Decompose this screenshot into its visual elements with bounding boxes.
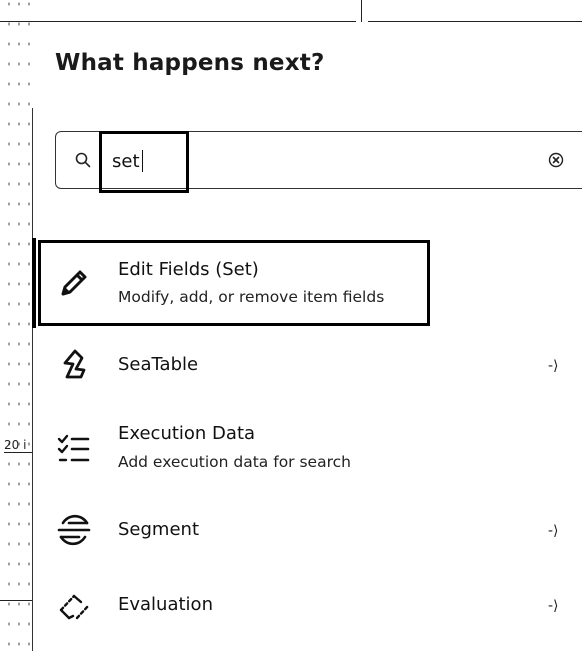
result-item-title: Execution Data bbox=[118, 423, 256, 444]
canvas-dot-grid bbox=[0, 0, 34, 651]
result-item-description: Add execution data for search bbox=[118, 453, 351, 471]
selected-item-highlight bbox=[38, 240, 430, 326]
evaluation-icon bbox=[59, 594, 91, 620]
search-focus-highlight bbox=[99, 131, 189, 193]
segment-icon bbox=[57, 514, 91, 546]
clear-icon[interactable] bbox=[548, 152, 564, 168]
canvas-connection-tick bbox=[361, 0, 362, 22]
checklist-icon bbox=[57, 434, 90, 462]
item-arrow-icon: -⟩ bbox=[548, 358, 559, 374]
item-arrow-icon: -⟩ bbox=[548, 598, 559, 614]
result-item-execution-data[interactable]: Execution Data Add execution data for se… bbox=[33, 410, 582, 490]
result-item-title: SeaTable bbox=[118, 354, 199, 375]
canvas-connection-line-bottom bbox=[0, 600, 32, 601]
search-icon bbox=[75, 152, 91, 168]
item-arrow-icon: -⟩ bbox=[548, 523, 559, 539]
result-item-seatable[interactable]: SeaTable -⟩ bbox=[33, 330, 582, 400]
canvas-side-label: 20 i bbox=[4, 438, 33, 453]
panel-title: What happens next? bbox=[55, 50, 325, 76]
result-item-title: Evaluation bbox=[118, 594, 213, 615]
result-item-title: Segment bbox=[118, 519, 199, 540]
result-item-segment[interactable]: Segment -⟩ bbox=[33, 498, 582, 568]
seatable-icon bbox=[63, 349, 86, 379]
result-item-evaluation[interactable]: Evaluation -⟩ bbox=[33, 576, 582, 636]
